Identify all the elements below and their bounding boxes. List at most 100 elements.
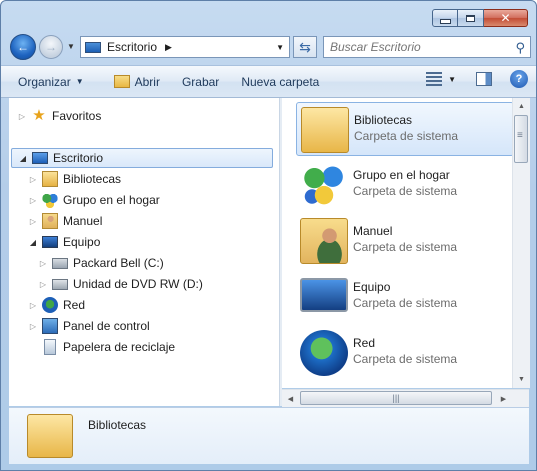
chevron-down-icon: ▼ — [448, 74, 456, 84]
item-type: Carpeta de sistema — [354, 129, 459, 143]
collapse-arrow-icon[interactable]: ◢ — [18, 154, 28, 163]
homegroup-icon — [42, 192, 58, 208]
maximize-button[interactable] — [458, 9, 484, 27]
scroll-down-icon[interactable]: ▼ — [513, 371, 530, 388]
tree-item-network[interactable]: ▷ Red — [28, 295, 85, 315]
navigation-pane: ▷ ★ Favoritos ◢ Escritorio ▷ Bibliotecas… — [9, 98, 279, 406]
search-box[interactable]: ⚲ — [323, 36, 531, 58]
tree-item-desktop[interactable]: ◢ Escritorio — [11, 148, 273, 168]
new-folder-button[interactable]: Nueva carpeta — [233, 70, 327, 94]
scrollbar-thumb[interactable]: ||| — [300, 391, 492, 405]
item-name: Red — [353, 336, 376, 350]
tree-item-label: Escritorio — [53, 151, 104, 165]
breadcrumb-separator-icon[interactable]: ▶ — [165, 42, 172, 53]
address-breadcrumb-desktop[interactable]: Escritorio — [107, 40, 157, 54]
tree-item-favorites[interactable]: ▷ ★ Favoritos — [17, 106, 101, 126]
organize-button[interactable]: Organizar ▼ — [10, 70, 92, 94]
address-bar[interactable]: Escritorio ▶ ▼ — [80, 36, 290, 58]
tree-item-label: Panel de control — [63, 319, 150, 333]
libraries-icon — [27, 414, 73, 458]
refresh-button[interactable]: ⇆ — [293, 36, 317, 58]
organize-label: Organizar — [18, 74, 71, 89]
control-panel-icon — [42, 318, 58, 334]
scroll-right-icon[interactable]: ▶ — [495, 390, 512, 407]
horizontal-scrollbar[interactable]: ◀ ||| ▶ — [282, 389, 529, 407]
expand-arrow-icon[interactable]: ▷ — [28, 217, 38, 226]
list-item[interactable]: Red Carpeta de sistema — [296, 326, 514, 380]
scroll-left-icon[interactable]: ◀ — [282, 390, 299, 407]
expand-arrow-icon[interactable]: ▷ — [28, 196, 38, 205]
navigation-bar: ← → ▼ Escritorio ▶ ▼ ⇆ ⚲ — [10, 32, 531, 62]
burn-button[interactable]: Grabar — [174, 70, 227, 94]
details-pane: Bibliotecas — [9, 407, 529, 464]
address-dropdown-icon[interactable]: ▼ — [276, 43, 284, 52]
toolbar-right-group: ▼ ? — [426, 70, 528, 88]
expand-arrow-icon[interactable]: ▷ — [17, 112, 27, 121]
scroll-up-icon[interactable]: ▲ — [513, 98, 530, 115]
item-type: Carpeta de sistema — [353, 296, 458, 310]
command-bar: Organizar ▼ Abrir Grabar Nueva carpeta ▼… — [1, 65, 536, 98]
vertical-scrollbar[interactable]: ▲ ▼ — [512, 98, 530, 388]
desktop-icon — [32, 152, 48, 164]
search-icon[interactable]: ⚲ — [515, 40, 525, 56]
item-type: Carpeta de sistema — [353, 184, 458, 198]
star-icon: ★ — [32, 107, 46, 124]
homegroup-icon — [300, 162, 348, 208]
item-type: Carpeta de sistema — [353, 240, 458, 254]
caption-buttons: ✕ — [432, 9, 528, 27]
close-button[interactable]: ✕ — [484, 9, 528, 27]
help-icon[interactable]: ? — [510, 70, 528, 88]
back-arrow-icon: ← — [17, 40, 29, 54]
minimize-button[interactable] — [432, 9, 458, 27]
item-name: Bibliotecas — [354, 113, 413, 127]
collapse-arrow-icon[interactable]: ◢ — [28, 238, 38, 247]
minimize-icon — [439, 18, 451, 24]
list-item[interactable]: Equipo Carpeta de sistema — [296, 270, 514, 324]
maximize-icon — [466, 14, 475, 22]
list-item[interactable]: Grupo en el hogar Carpeta de sistema — [296, 158, 514, 212]
view-icon — [426, 72, 443, 86]
open-button[interactable]: Abrir — [106, 70, 168, 94]
refresh-icon: ⇆ — [299, 38, 311, 55]
item-name: Manuel — [353, 224, 393, 238]
tree-item-drive-d[interactable]: ▷ Unidad de DVD RW (D:) — [38, 274, 203, 294]
forward-button[interactable]: → — [39, 35, 63, 59]
list-item[interactable]: Bibliotecas Carpeta de sistema — [296, 102, 514, 156]
chevron-down-icon: ▼ — [75, 77, 84, 86]
expand-arrow-icon[interactable]: ▷ — [38, 280, 48, 289]
back-button[interactable]: ← — [10, 34, 36, 60]
preview-pane-icon[interactable] — [476, 72, 492, 86]
new-folder-label: Nueva carpeta — [241, 74, 320, 89]
tree-item-drive-c[interactable]: ▷ Packard Bell (C:) — [38, 253, 164, 273]
list-item[interactable]: Manuel Carpeta de sistema — [296, 214, 514, 268]
tree-item-recycle-bin[interactable]: Papelera de reciclaje — [28, 337, 175, 357]
expand-arrow-icon[interactable]: ▷ — [28, 175, 38, 184]
libraries-icon — [42, 171, 58, 187]
expand-arrow-icon[interactable]: ▷ — [38, 259, 48, 268]
tree-item-user[interactable]: ▷ Manuel — [28, 211, 102, 231]
dvd-drive-icon — [52, 278, 68, 290]
scrollbar-thumb[interactable] — [514, 115, 528, 163]
chevron-down-icon: ▼ — [67, 42, 75, 51]
change-view-button[interactable]: ▼ — [426, 72, 456, 86]
network-icon — [300, 330, 348, 376]
expand-arrow-icon[interactable]: ▷ — [28, 301, 38, 310]
tree-item-label: Red — [63, 298, 86, 312]
computer-icon — [42, 236, 58, 248]
recent-pages-dropdown[interactable]: ▼ — [67, 42, 75, 51]
computer-icon — [300, 278, 348, 312]
search-input[interactable] — [328, 39, 512, 55]
hard-drive-icon — [52, 257, 68, 269]
recycle-bin-icon — [44, 339, 56, 355]
expand-arrow-icon[interactable]: ▷ — [28, 322, 38, 331]
tree-item-computer[interactable]: ◢ Equipo — [28, 232, 100, 252]
tree-item-libraries[interactable]: ▷ Bibliotecas — [28, 169, 121, 189]
burn-label: Grabar — [181, 74, 220, 89]
libraries-icon — [301, 107, 349, 153]
tree-item-label: Bibliotecas — [63, 172, 122, 186]
tree-item-homegroup[interactable]: ▷ Grupo en el hogar — [28, 190, 160, 210]
item-name: Equipo — [353, 280, 391, 294]
item-name: Grupo en el hogar — [353, 168, 450, 182]
tree-item-control-panel[interactable]: ▷ Panel de control — [28, 316, 150, 336]
tree-item-label: Equipo — [63, 235, 101, 249]
